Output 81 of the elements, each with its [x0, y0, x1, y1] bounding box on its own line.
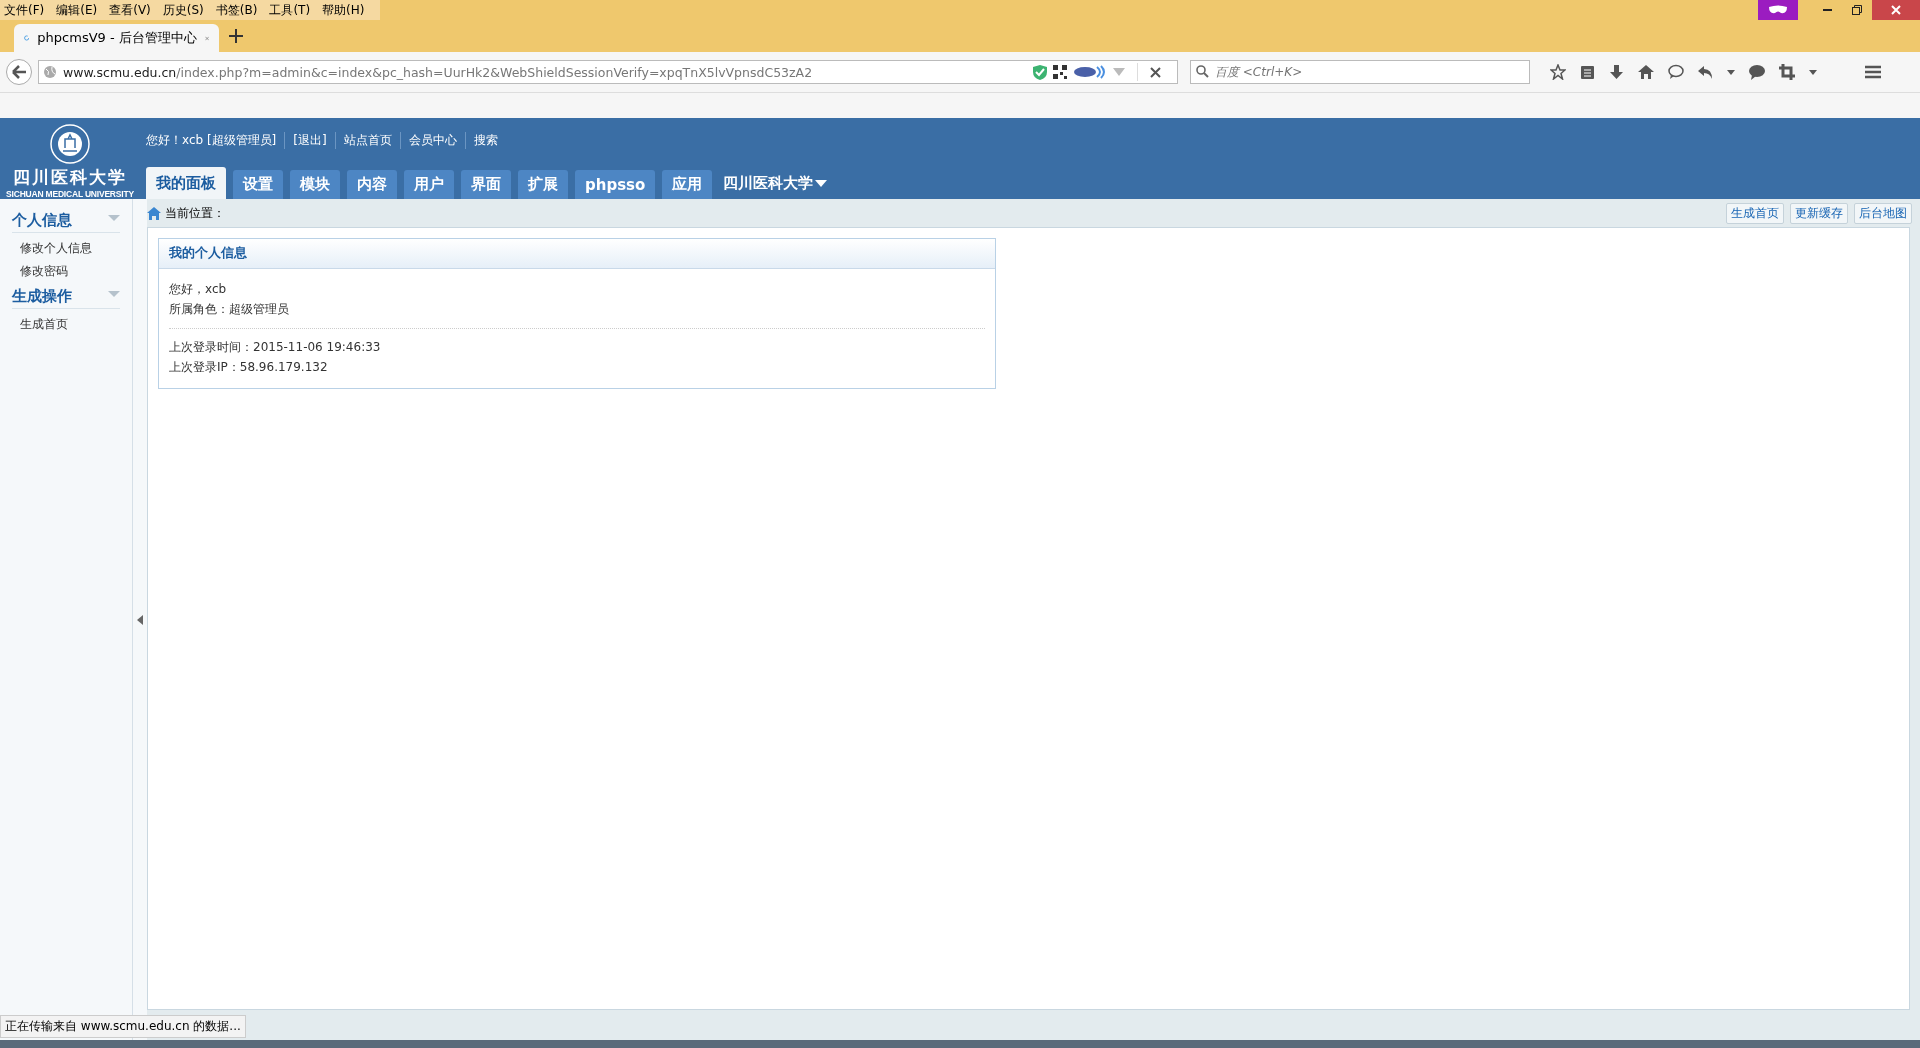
menu-button[interactable] [1865, 65, 1881, 79]
header-link[interactable]: 搜索 [464, 131, 506, 149]
info-line: 您好，xcb [169, 281, 228, 298]
university-seal-icon [50, 124, 90, 164]
dropdown-icon[interactable] [1809, 69, 1817, 75]
reading-list-button[interactable] [1580, 64, 1595, 80]
menu-item[interactable]: 工具(T) [269, 1, 311, 19]
sidebar-section-title[interactable]: 个人信息 [12, 211, 72, 230]
sidebar-item[interactable]: 修改个人信息 [12, 237, 120, 260]
nav-tab[interactable]: 设置 [233, 170, 283, 199]
sidebar-item[interactable]: 生成首页 [12, 313, 120, 336]
logo-subtitle: SICHUAN MEDICAL UNIVERSITY [6, 189, 134, 199]
header-link[interactable]: [退出] [284, 131, 335, 149]
clipboard-icon [1580, 64, 1595, 80]
home-icon [1638, 64, 1654, 80]
status-bar: 正在传输来自 www.scmu.edu.cn 的数据... [0, 1015, 246, 1038]
close-button[interactable] [1872, 0, 1920, 20]
action-button[interactable]: 更新缓存 [1790, 202, 1848, 224]
info-line: 上次登录时间：2015-11-06 19:46:33 [169, 339, 382, 356]
stop-icon[interactable] [1150, 66, 1161, 78]
nav-tab[interactable]: 用户 [404, 170, 454, 199]
back-button[interactable] [6, 59, 32, 85]
restore-icon [1852, 5, 1862, 15]
menu-item[interactable]: 书签(B) [215, 1, 258, 19]
dropdown-icon[interactable] [1727, 69, 1735, 75]
info-line: 上次登录IP：58.96.179.132 [169, 359, 329, 376]
shield-icon [1033, 64, 1047, 80]
url-text: www.scmu.edu.cn/index.php?m=admin&c=index&pc_hash=UurHk2&WebShieldSessionVerify=xpqTnX5lvVpnsdC53zA2 [63, 64, 814, 80]
menu-item[interactable]: 文件(F) [4, 1, 45, 19]
plus-icon [229, 29, 243, 43]
home-button[interactable] [1638, 64, 1654, 80]
nav-tab[interactable]: 界面 [461, 170, 511, 199]
new-tab-button[interactable] [229, 29, 243, 46]
nav-tab[interactable]: phpsso [575, 170, 656, 199]
address-bar[interactable]: www.scmu.edu.cn/index.php?m=admin&c=index&pc_hash=UurHk2&WebShieldSessionVerify=xpqTnX5lvVpnsdC53zA2 [38, 60, 1178, 84]
nav-tab[interactable]: 我的面板 [146, 167, 226, 199]
caret-icon [815, 179, 828, 187]
home-icon [147, 206, 161, 220]
comment-button[interactable] [1749, 64, 1765, 80]
browser-tab[interactable]: phpcmsV9 - 后台管理中心 [14, 24, 219, 52]
globe-icon [43, 65, 57, 79]
star-icon [1550, 64, 1566, 80]
bookmark-star-button[interactable] [1550, 64, 1566, 80]
menu-icon [1865, 65, 1881, 79]
undo-arrow-icon [1698, 64, 1713, 80]
collapse-arrow-icon[interactable] [137, 614, 143, 625]
crop-button[interactable] [1779, 64, 1795, 80]
nav-tab[interactable]: 模块 [290, 170, 340, 199]
menu-item[interactable]: 查看(V) [109, 1, 151, 19]
greeting-text: 您好！xcb [超级管理员] [146, 131, 278, 149]
php-logo-icon [1073, 65, 1107, 79]
search-icon [1196, 65, 1209, 78]
search-field[interactable]: 百度 <Ctrl+K> [1190, 60, 1530, 84]
menu-item[interactable]: 帮助(H) [322, 1, 365, 19]
nav-tab[interactable]: 扩展 [518, 170, 568, 199]
close-icon [1891, 5, 1901, 15]
speech-bubble-icon [1668, 64, 1684, 80]
menu-item[interactable]: 历史(S) [162, 1, 204, 19]
sidebar-section-title[interactable]: 生成操作 [12, 287, 72, 306]
download-icon [1609, 64, 1624, 80]
nav-tab[interactable]: 内容 [347, 170, 397, 199]
comment-icon [1749, 64, 1765, 80]
download-button[interactable] [1609, 64, 1624, 80]
action-button[interactable]: 后台地图 [1854, 202, 1912, 224]
menu-item[interactable]: 编辑(E) [56, 1, 98, 19]
crop-icon [1779, 64, 1795, 80]
nav-tab[interactable]: 应用 [662, 170, 713, 199]
chat-bubble-button[interactable] [1668, 64, 1684, 80]
undo-button[interactable] [1698, 64, 1713, 80]
back-arrow-icon [11, 65, 27, 79]
qr-code-icon [1053, 65, 1067, 79]
private-mask-icon [1758, 0, 1798, 20]
breadcrumb-label: 当前位置： [165, 204, 225, 222]
site-menu[interactable]: 四川医科大学 [719, 167, 832, 199]
header-link[interactable]: 会员中心 [399, 131, 465, 149]
sidebar-item[interactable]: 修改密码 [12, 260, 120, 283]
action-button[interactable]: 生成首页 [1726, 202, 1784, 224]
logo-name: 四川医科大学 [13, 166, 127, 189]
minimize-icon [1822, 9, 1832, 11]
info-line: 所属角色：超级管理员 [169, 301, 290, 318]
header-link[interactable]: 站点首页 [334, 131, 400, 149]
